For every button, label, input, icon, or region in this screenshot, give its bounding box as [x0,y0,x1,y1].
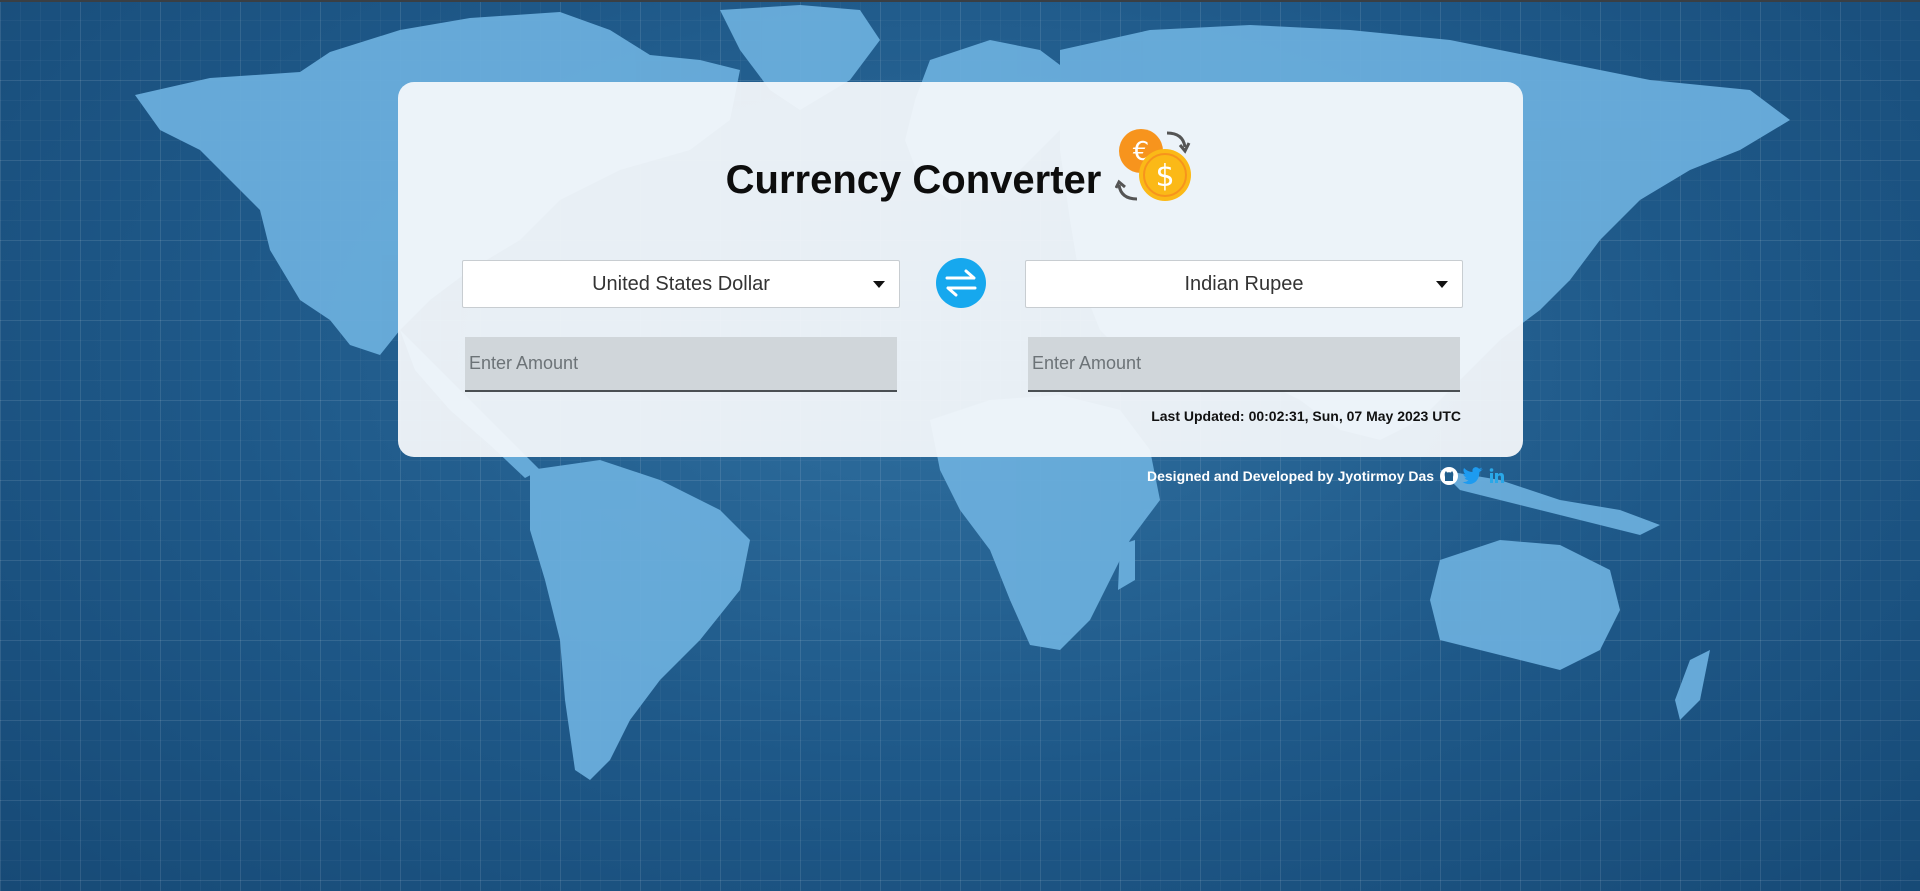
chevron-down-icon [873,281,885,288]
twitter-link[interactable] [1462,466,1484,486]
last-updated-status: Last Updated: 00:02:31, Sun, 07 May 2023 … [1151,408,1461,424]
swap-arrows-icon [945,269,977,297]
to-amount-input[interactable] [1028,337,1460,392]
last-updated-label: Last Updated: [1151,408,1245,424]
from-currency-value: United States Dollar [592,272,770,295]
converter-card: Currency Converter € $ United States Dol… [398,82,1523,457]
title-row: Currency Converter € $ [398,122,1523,212]
social-links [1436,466,1507,486]
from-currency-select[interactable]: United States Dollar [462,260,900,308]
github-icon [1440,467,1459,485]
swap-currencies-button[interactable] [936,258,986,308]
last-updated-value: 00:02:31, Sun, 07 May 2023 UTC [1248,408,1461,424]
twitter-icon [1462,467,1484,485]
footer-credit: Designed and Developed by Jyotirmoy Das [1147,463,1507,489]
github-link[interactable] [1439,466,1459,486]
svg-text:$: $ [1156,159,1175,194]
to-currency-select[interactable]: Indian Rupee [1025,260,1463,308]
page-title: Currency Converter [725,157,1102,202]
linkedin-link[interactable] [1487,466,1507,486]
currency-exchange-icon: € $ [1115,129,1192,201]
to-currency-value: Indian Rupee [1184,272,1304,295]
credit-text: Designed and Developed by Jyotirmoy Das [1147,468,1435,484]
linkedin-icon [1489,468,1505,483]
chevron-down-icon [1436,281,1448,288]
from-amount-input[interactable] [465,337,897,392]
